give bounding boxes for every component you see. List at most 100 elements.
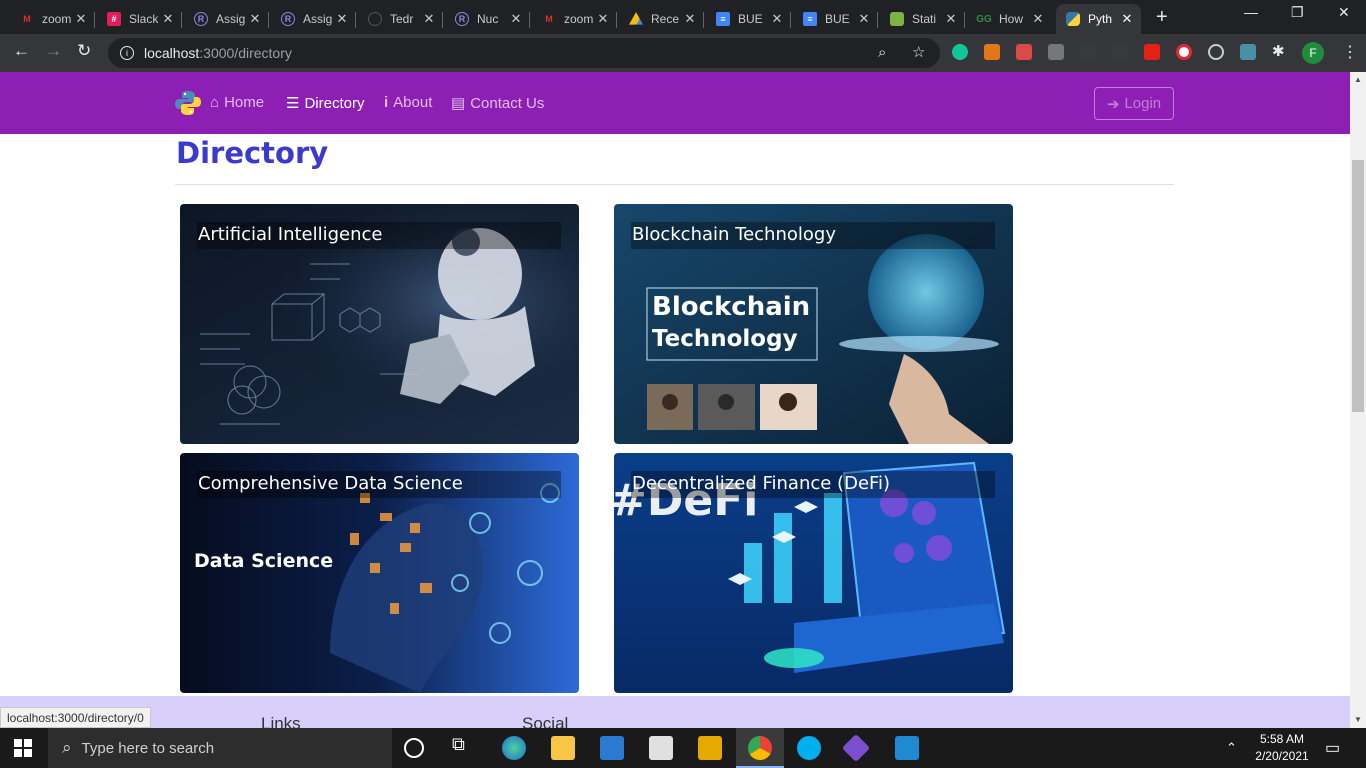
skype-icon[interactable] (797, 736, 821, 760)
close-tab-icon[interactable]: ✕ (856, 11, 872, 27)
directory-card-defi[interactable]: #DeFi Decentralized Finance (DeFi) (614, 453, 1013, 693)
gmail-icon: M (20, 12, 34, 26)
extension-icon[interactable] (1112, 44, 1128, 60)
close-tab-icon[interactable]: ✕ (421, 11, 437, 27)
close-tab-icon[interactable]: ✕ (247, 11, 263, 27)
image-text: Data Science (194, 550, 333, 572)
close-tab-icon[interactable]: ✕ (769, 11, 785, 27)
store-icon[interactable] (649, 736, 673, 760)
close-tab-icon[interactable]: ✕ (1119, 11, 1135, 27)
browser-tab[interactable]: GG How ✕ (967, 4, 1052, 34)
close-tab-icon[interactable]: ✕ (160, 11, 176, 27)
browser-tab[interactable]: Mzoom ✕ (10, 4, 95, 34)
node-icon (890, 12, 904, 26)
file-explorer-icon[interactable] (551, 736, 575, 760)
bookmark-star-icon[interactable]: ☆ (912, 43, 925, 61)
target-extension-icon[interactable] (1208, 44, 1224, 60)
menu-kebab-icon[interactable]: ⋮ (1342, 42, 1358, 62)
extension-icon[interactable] (1080, 44, 1096, 60)
chrome-icon[interactable] (748, 736, 772, 760)
directory-card-ai[interactable]: Artificial Intelligence (180, 204, 579, 444)
close-tab-icon[interactable]: ✕ (334, 11, 350, 27)
browser-tab[interactable]: Stati ✕ (880, 4, 965, 34)
close-tab-icon[interactable]: ✕ (508, 11, 524, 27)
nav-home[interactable]: ⌂ Home (210, 94, 264, 111)
python-logo-icon[interactable] (174, 89, 202, 117)
link-status-bar: localhost:3000/directory/0 (0, 707, 151, 728)
directory-card-blockchain[interactable]: Blockchain Technology Blockchain Technol… (614, 204, 1013, 444)
close-tab-icon[interactable]: ✕ (943, 11, 959, 27)
url-path: :3000/directory (199, 45, 292, 61)
media-icon[interactable] (698, 736, 722, 760)
extension-icon[interactable] (1240, 44, 1256, 60)
browser-tab[interactable]: Rece ✕ (619, 4, 704, 34)
close-window-icon[interactable]: ✕ (1338, 4, 1350, 21)
r-icon: R (281, 12, 295, 26)
browser-tab-active[interactable]: Pyth ✕ (1056, 4, 1141, 34)
list-icon: ☰ (286, 95, 300, 112)
back-icon[interactable]: ← (13, 41, 30, 61)
url-host: localhost (144, 45, 200, 61)
task-view-icon[interactable]: ⧉ (452, 734, 476, 758)
image-text: Technology (652, 326, 798, 352)
nav-directory[interactable]: ☰ Directory (286, 94, 364, 113)
scrollbar-thumb[interactable] (1352, 160, 1364, 412)
minimize-icon[interactable]: — (1244, 4, 1258, 20)
taskbar-search-box[interactable]: ⌕ Type here to search (48, 728, 392, 768)
card-title: Comprehensive Data Science (198, 473, 463, 494)
forward-icon[interactable]: → (45, 41, 62, 61)
page-title: Directory (176, 136, 329, 170)
browser-tab[interactable]: R Assig ✕ (184, 4, 269, 34)
card-title: Blockchain Technology (632, 224, 836, 245)
gfg-icon: GG (976, 13, 992, 25)
nav-about[interactable]: i About (384, 94, 432, 111)
footer-links-heading: Links (261, 714, 301, 728)
browser-tab[interactable]: Tedr ✕ (358, 4, 443, 34)
image-text: Blockchain (652, 292, 810, 322)
close-tab-icon[interactable]: ✕ (73, 11, 89, 27)
extension-icon[interactable] (1016, 44, 1032, 60)
edge-icon[interactable] (502, 736, 526, 760)
browser-toolbar: ← → ↻ i localhost:3000/directory ⌕ ☆ ✱ F… (0, 34, 1366, 72)
notifications-icon[interactable]: ▭ (1325, 738, 1340, 758)
tray-chevron-icon[interactable]: ⌃ (1226, 740, 1237, 756)
new-tab-button[interactable]: + (1156, 6, 1168, 29)
help-extension-icon[interactable] (1048, 44, 1064, 60)
reload-icon[interactable]: ↻ (77, 41, 91, 61)
close-tab-icon[interactable]: ✕ (595, 11, 611, 27)
close-tab-icon[interactable]: ✕ (682, 11, 698, 27)
browser-tab[interactable]: ≡ BUE ✕ (706, 4, 791, 34)
r-icon: R (455, 12, 469, 26)
video-extension-icon[interactable] (1144, 44, 1160, 60)
page-viewport: ⌂ Home ☰ Directory i About ▤ Contact Us ➔ Log… (0, 72, 1350, 728)
scroll-up-icon[interactable]: ▲ (1354, 75, 1362, 84)
profile-avatar[interactable]: F (1302, 42, 1324, 64)
git-icon[interactable] (841, 733, 871, 763)
search-icon: ⌕ (62, 738, 72, 757)
system-clock[interactable]: 5:58 AM 2/20/2021 (1248, 731, 1316, 765)
scroll-down-icon[interactable]: ▼ (1354, 715, 1362, 724)
mail-icon[interactable] (600, 736, 624, 760)
browser-tab[interactable]: # Slack ✕ (97, 4, 182, 34)
nav-contact[interactable]: ▤ Contact Us (451, 94, 544, 113)
vertical-scrollbar[interactable]: ▲ ▼ (1350, 72, 1366, 728)
close-tab-icon[interactable]: ✕ (1030, 11, 1046, 27)
extensions-puzzle-icon[interactable]: ✱ (1272, 42, 1288, 60)
info-icon[interactable]: i (120, 46, 134, 60)
directory-card-data-science[interactable]: Data Science Comprehensive Data Science (180, 453, 579, 693)
cortana-icon[interactable] (404, 738, 424, 758)
zoom-search-icon[interactable]: ⌕ (878, 44, 886, 61)
site-navbar: ⌂ Home ☰ Directory i About ▤ Contact Us ➔ Log… (0, 72, 1350, 134)
metamask-icon[interactable] (984, 44, 1000, 60)
windows-start-icon[interactable] (14, 739, 32, 757)
browser-tab[interactable]: Mzoom ✕ (532, 4, 617, 34)
login-button[interactable]: ➔ Login (1094, 87, 1174, 120)
grammarly-icon[interactable] (952, 44, 968, 60)
record-extension-icon[interactable] (1176, 44, 1192, 60)
restore-icon[interactable]: ❐ (1291, 4, 1304, 21)
browser-tab[interactable]: ≡ BUE ✕ (793, 4, 878, 34)
address-bar[interactable]: i localhost:3000/directory ⌕ ☆ (108, 38, 940, 68)
browser-tab[interactable]: R Assig ✕ (271, 4, 356, 34)
browser-tab[interactable]: R Nuc ✕ (445, 4, 530, 34)
vscode-icon[interactable] (895, 736, 919, 760)
